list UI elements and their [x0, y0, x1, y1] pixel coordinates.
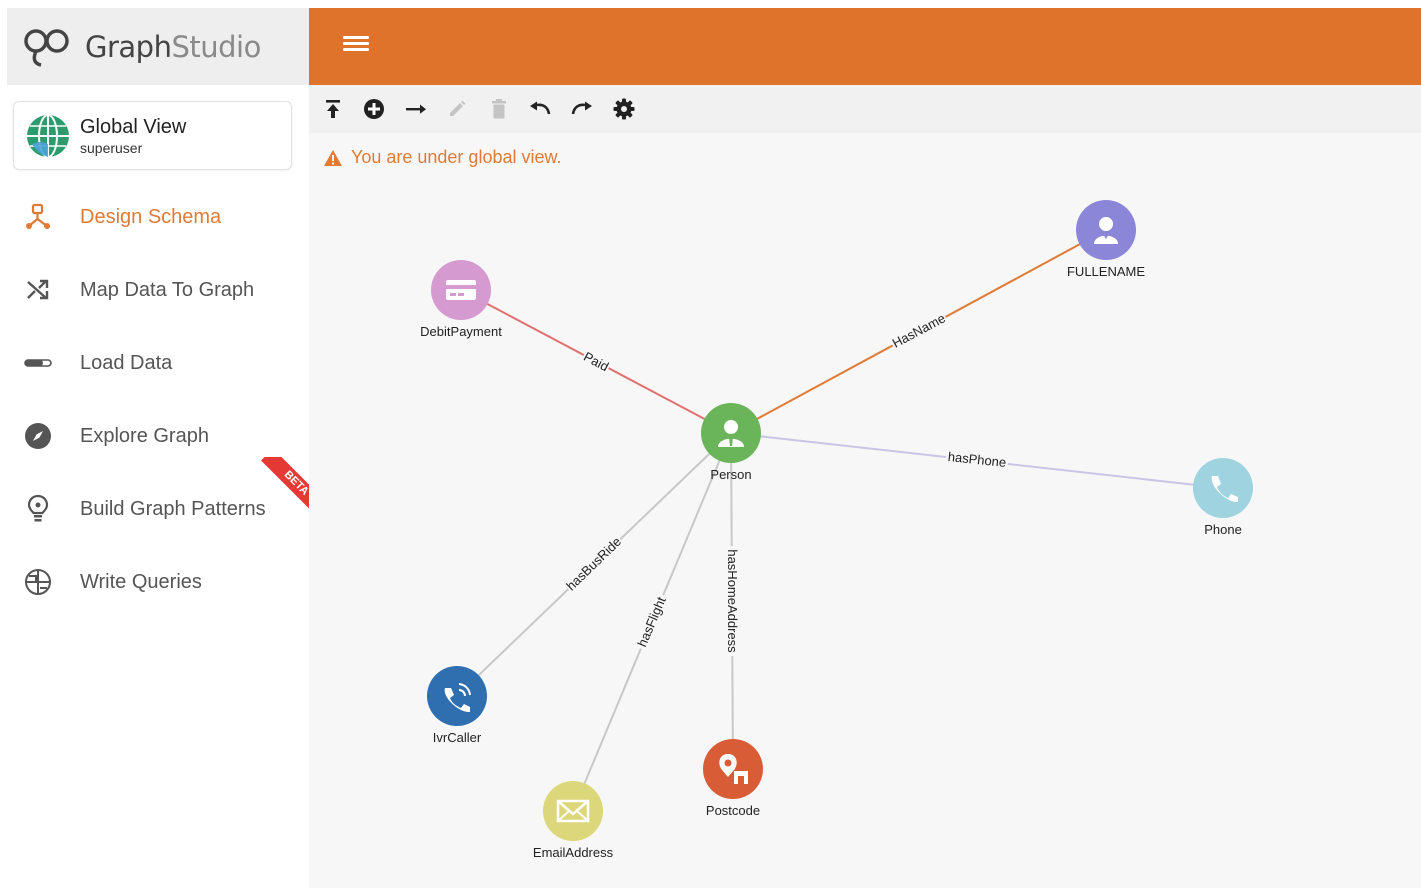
nav-write-queries[interactable]: Write Queries — [7, 554, 309, 610]
app-logo-text: GraphStudio — [85, 30, 261, 64]
add-vertex-icon[interactable] — [362, 97, 386, 121]
nav-label: Map Data To Graph — [80, 278, 255, 301]
nav-label: Write Queries — [80, 570, 202, 593]
nav-label: Build Graph Patterns — [80, 497, 266, 520]
workspace-title: Global View — [80, 115, 187, 138]
beta-badge: BETA — [260, 457, 309, 513]
node-fullname[interactable]: FULLENAME — [1067, 200, 1145, 279]
node-person[interactable]: Person — [701, 403, 761, 482]
nav-label: Design Schema — [80, 205, 222, 228]
nav-design-schema[interactable]: Design Schema — [7, 189, 309, 245]
edge-label-hasflight: hasFlight — [634, 594, 669, 649]
node-postcode[interactable]: Postcode — [703, 739, 763, 818]
nav-explore-graph[interactable]: Explore Graph — [7, 408, 309, 464]
schema-graph[interactable]: Paid HasName hasPhone hasBusRide hasFlig… — [309, 133, 1421, 888]
upload-icon[interactable] — [321, 97, 345, 121]
graph-canvas[interactable]: You are under global view. Paid HasName … — [309, 133, 1421, 888]
add-edge-icon[interactable] — [404, 97, 428, 121]
nav-build-patterns[interactable]: Build Graph Patterns BETA — [7, 457, 309, 537]
graphstudio-logo-icon — [24, 28, 69, 67]
node-label-person: Person — [710, 467, 751, 482]
edit-icon[interactable] — [445, 97, 469, 121]
schema-toolbar — [309, 85, 1421, 133]
node-label-postcode: Postcode — [706, 803, 760, 818]
shuffle-icon — [27, 279, 49, 300]
lightbulb-icon — [27, 494, 49, 522]
global-view-card[interactable]: Global View superuser — [13, 101, 292, 170]
edge-labels: Paid HasName hasPhone hasBusRide hasFlig… — [561, 308, 1009, 656]
beta-ribbon: BETA — [253, 457, 309, 513]
edge-label-hasbusride: hasBusRide — [563, 534, 624, 593]
node-emailaddress[interactable]: EmailAddress — [533, 781, 614, 860]
globe-icon — [27, 113, 69, 158]
sidebar: Global View superuser Design Schema Map … — [7, 85, 309, 888]
undo-icon[interactable] — [528, 97, 552, 121]
logo-light: Studio — [171, 29, 261, 64]
logo-bar: GraphStudio — [7, 8, 309, 85]
edges — [456, 229, 1224, 812]
node-label-debitpayment: DebitPayment — [420, 324, 502, 339]
card-icon — [446, 280, 476, 300]
menu-icon[interactable] — [343, 33, 369, 59]
settings-icon[interactable] — [612, 97, 636, 121]
nav-map-data[interactable]: Map Data To Graph — [7, 262, 309, 318]
edge-label-hasphone: hasPhone — [947, 449, 1007, 470]
edge-label-hashomeaddress: hasHomeAddress — [725, 549, 740, 653]
logo-bold: Graph — [85, 29, 172, 64]
node-label-fullname: FULLENAME — [1067, 264, 1145, 279]
node-label-emailaddress: EmailAddress — [533, 845, 614, 860]
schema-icon — [26, 203, 50, 229]
nav-label: Explore Graph — [80, 424, 209, 447]
progress-bar-icon — [24, 359, 52, 367]
delete-icon[interactable] — [487, 97, 511, 121]
nav-load-data[interactable]: Load Data — [7, 335, 309, 391]
query-globe-icon — [25, 569, 51, 595]
edge-label-hasname: HasName — [890, 310, 948, 350]
node-phone[interactable]: Phone — [1193, 458, 1253, 537]
nav-label: Load Data — [80, 351, 173, 374]
node-ivrcaller[interactable]: IvrCaller — [427, 666, 487, 745]
node-label-ivrcaller: IvrCaller — [433, 730, 482, 745]
top-bar — [309, 8, 1421, 85]
node-debit-payment[interactable]: DebitPayment — [420, 260, 502, 339]
redo-icon[interactable] — [570, 97, 594, 121]
compass-icon — [25, 423, 51, 449]
node-label-phone: Phone — [1204, 522, 1242, 537]
workspace-user: superuser — [80, 139, 143, 156]
